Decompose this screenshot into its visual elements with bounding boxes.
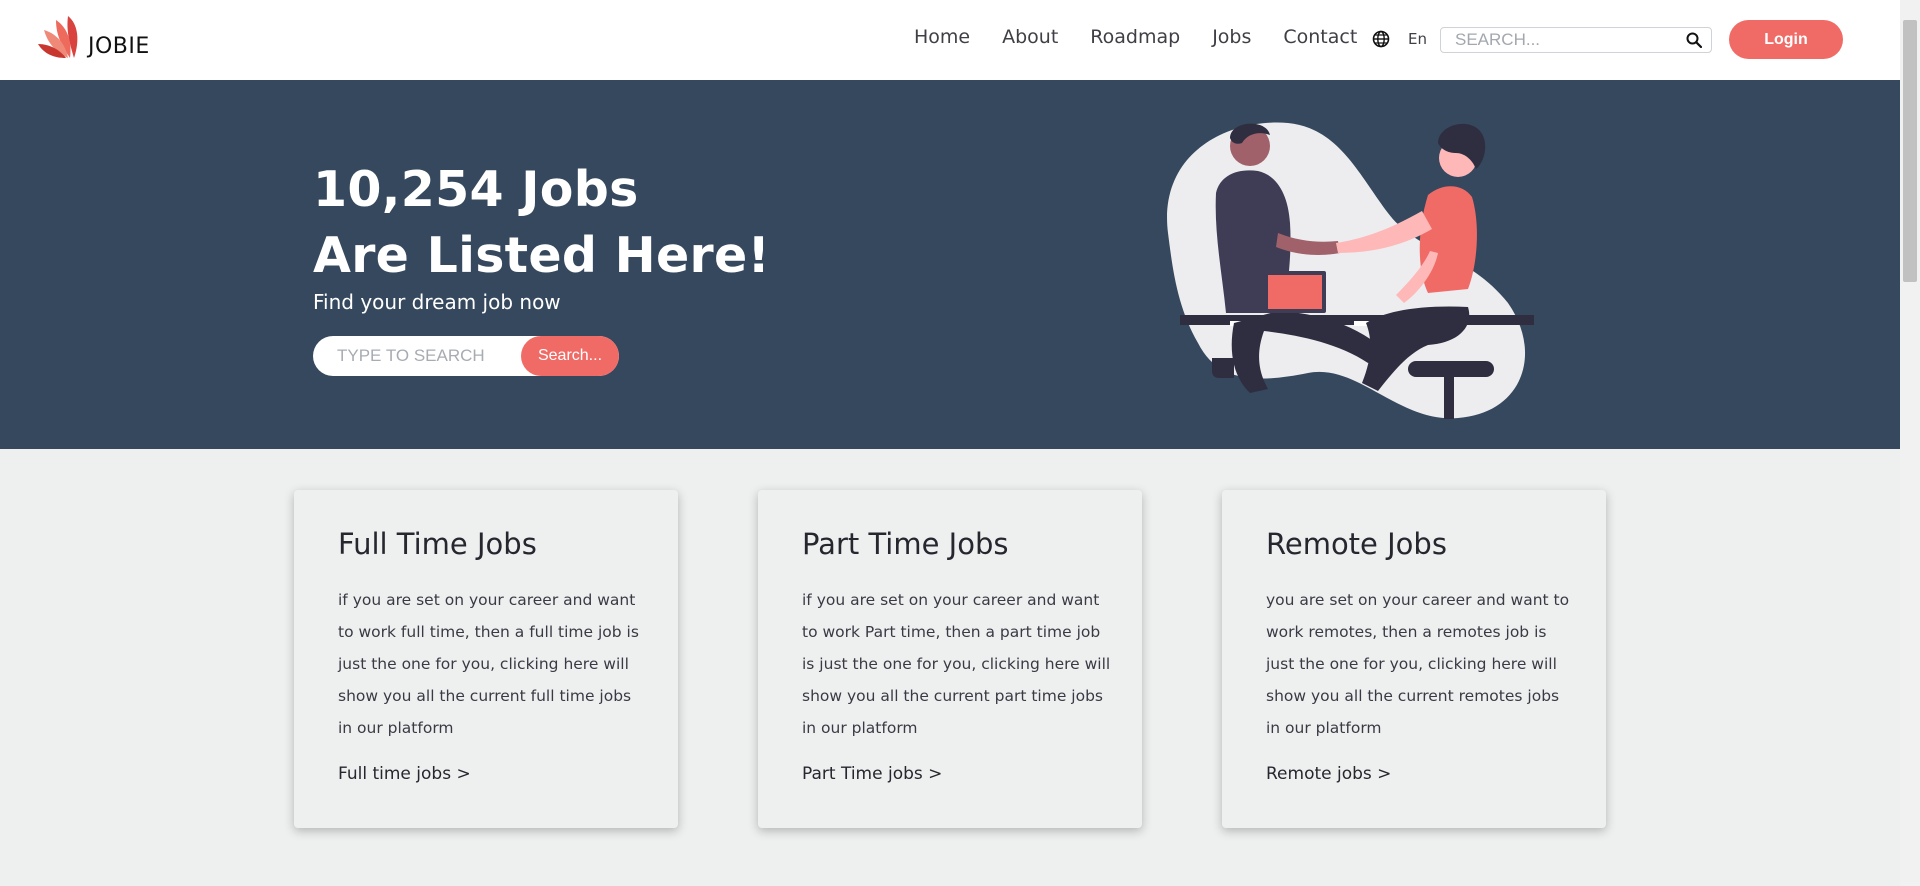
hero-title: 10,254 Jobs Are Listed Here! <box>313 157 770 289</box>
hero-search-bar: Search... <box>313 336 619 376</box>
hero-search-button[interactable]: Search... <box>521 336 619 376</box>
nav-roadmap[interactable]: Roadmap <box>1090 26 1180 48</box>
card-description: you are set on your career and want to w… <box>1266 591 1570 737</box>
card-part-time[interactable]: Part Time Jobs if you are set on your ca… <box>758 490 1142 828</box>
logo-text: JOBIE <box>88 34 150 59</box>
card-title: Full Time Jobs <box>338 527 537 561</box>
card-remote[interactable]: Remote Jobs you are set on your career a… <box>1222 490 1606 828</box>
hero-search-input[interactable] <box>337 344 507 368</box>
card-full-time[interactable]: Full Time Jobs if you are set on your ca… <box>294 490 678 828</box>
globe-icon[interactable] <box>1372 30 1390 48</box>
logo-icon <box>38 16 78 58</box>
card-link-full-time[interactable]: Full time jobs > <box>338 764 471 784</box>
card-description: if you are set on your career and want t… <box>338 591 639 737</box>
hero-subtitle: Find your dream job now <box>313 290 561 314</box>
search-icon[interactable] <box>1686 32 1702 48</box>
handshake-illustration <box>1167 122 1534 419</box>
header-search-input[interactable] <box>1455 28 1685 52</box>
nav-contact[interactable]: Contact <box>1283 26 1357 48</box>
card-link-remote[interactable]: Remote jobs > <box>1266 764 1391 784</box>
card-link-part-time[interactable]: Part Time jobs > <box>802 764 942 784</box>
login-button[interactable]: Login <box>1729 20 1843 59</box>
card-description: if you are set on your career and want t… <box>802 591 1111 737</box>
card-title: Remote Jobs <box>1266 527 1447 561</box>
page-scrollbar[interactable] <box>1900 0 1920 886</box>
nav-home[interactable]: Home <box>914 26 970 48</box>
nav-jobs[interactable]: Jobs <box>1212 26 1251 48</box>
hero-section: 10,254 Jobs Are Listed Here! Find your d… <box>0 80 1900 449</box>
top-navbar: JOBIE Home About Roadmap Jobs Contact En… <box>0 0 1900 80</box>
scrollbar-thumb[interactable] <box>1903 20 1917 282</box>
main-nav: Home About Roadmap Jobs Contact <box>914 26 1357 48</box>
card-title: Part Time Jobs <box>802 527 1009 561</box>
hero-title-line2: Are Listed Here! <box>313 227 771 284</box>
hero-title-line1: 10,254 Jobs <box>313 161 639 218</box>
logo[interactable]: JOBIE <box>38 14 150 60</box>
header-search <box>1440 27 1712 53</box>
nav-about[interactable]: About <box>1002 26 1058 48</box>
language-selector[interactable]: En <box>1408 30 1427 48</box>
